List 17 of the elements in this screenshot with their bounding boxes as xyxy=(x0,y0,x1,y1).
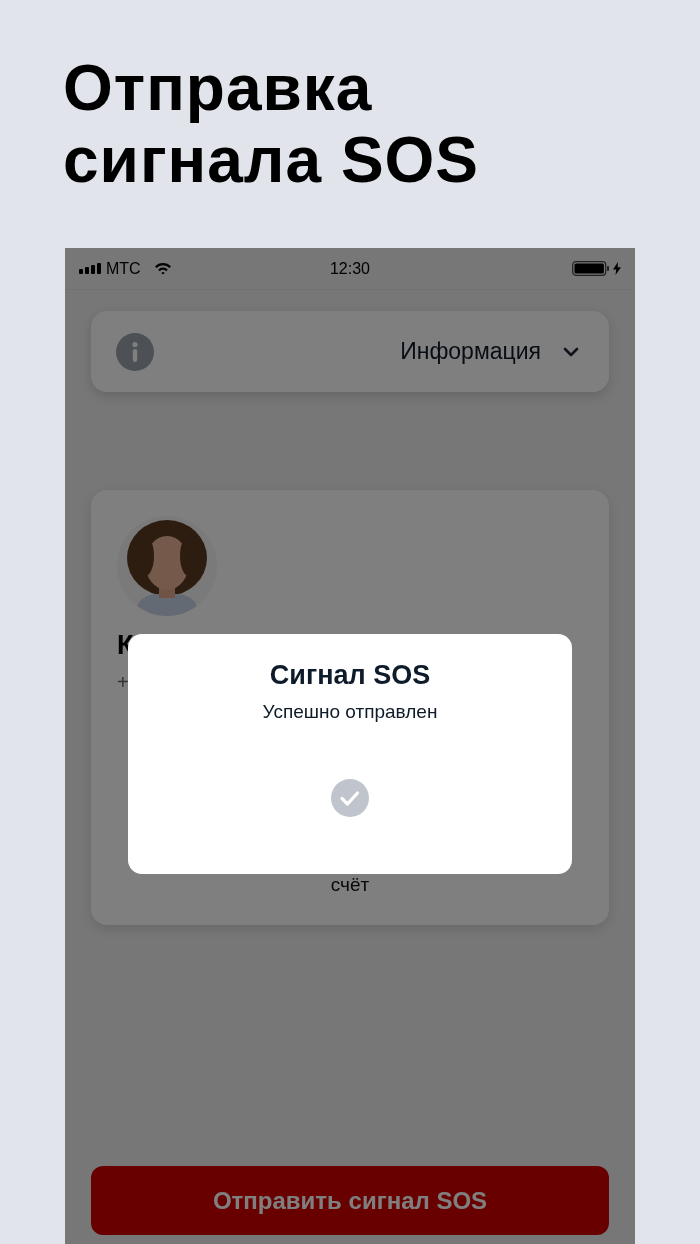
chevron-icon xyxy=(563,346,579,357)
bolt-icon xyxy=(613,262,621,275)
dialog-message: Успешно отправлен xyxy=(262,701,438,723)
contact-phone: + xyxy=(117,671,129,694)
info-icon xyxy=(116,332,154,371)
info-panel[interactable]: Информация xyxy=(91,311,609,392)
clock-time: 12:30 xyxy=(329,259,370,278)
headline: сигнала SOS xyxy=(63,124,481,196)
carrier-name: МТС xyxy=(106,259,141,278)
dialog-title: Сигнал SOS xyxy=(269,660,431,691)
info-label: Информация xyxy=(400,338,541,365)
wifi-icon xyxy=(153,262,172,275)
headline: Отправка xyxy=(63,52,374,124)
send-sos-button[interactable]: Отправить сигнал SOS xyxy=(91,1166,609,1235)
signal-icon xyxy=(79,263,101,274)
battery-icon xyxy=(572,261,610,276)
caption-text: счёт xyxy=(329,874,371,896)
